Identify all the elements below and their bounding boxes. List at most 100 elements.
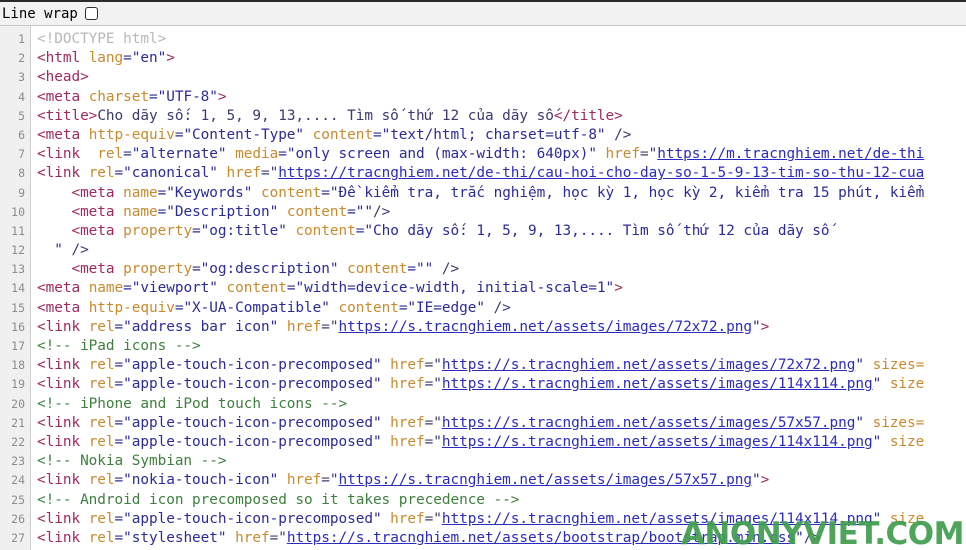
line-number: 25 (11, 492, 25, 507)
code-line[interactable]: <link rel="stylesheet" href="https://s.t… (37, 529, 966, 548)
code-token: ="IE=edge" (398, 299, 485, 316)
code-line[interactable]: <html lang="en"> (37, 49, 966, 68)
code-line[interactable]: <!-- Nokia Symbian --> (37, 452, 966, 471)
code-content[interactable]: <!DOCTYPE html> <html lang="en"> <head> <me… (31, 26, 966, 550)
code-token: media (226, 146, 279, 163)
viewer-toolbar: Line wrap (0, 2, 966, 26)
code-token: name (123, 203, 158, 220)
code-line[interactable]: <!-- iPad icons --> (37, 337, 966, 356)
code-token: <meta (37, 222, 124, 239)
code-token: <!-- Nokia Symbian --> (37, 453, 227, 470)
code-line[interactable]: <link rel="apple-touch-icon-precomposed"… (37, 356, 966, 375)
code-link[interactable]: https://s.tracnghiem.net/assets/images/7… (442, 357, 856, 373)
line-number: 11 (11, 223, 25, 238)
code-line[interactable]: <meta name="Description" content=""/> (37, 203, 966, 222)
code-token: <link (37, 472, 89, 489)
line-number: 7 (18, 147, 25, 162)
code-token: ="apple-touch-icon-precomposed" (114, 510, 382, 527)
code-area[interactable]: 1 2 3 4 5 6 7 8 9 10 11 12 13 14 15 16 17 18 19 20 21 22 23 24 2… (0, 26, 966, 550)
code-link[interactable]: https://s.tracnghiem.net/assets/bootstra… (287, 530, 795, 546)
code-token: ="Description" (157, 203, 279, 220)
code-token: property (123, 261, 193, 278)
code-link[interactable]: https://tracnghiem.net/de-thi/cau-hoi-ch… (278, 165, 924, 181)
code-token: property (123, 222, 193, 239)
code-token: ="viewport" (123, 280, 218, 297)
code-link[interactable]: https://s.tracnghiem.net/assets/images/7… (339, 319, 753, 335)
code-link[interactable]: https://s.tracnghiem.net/assets/images/1… (442, 434, 873, 450)
code-link[interactable]: https://s.tracnghiem.net/assets/images/5… (442, 415, 856, 431)
code-link[interactable]: https://s.tracnghiem.net/assets/images/1… (442, 376, 873, 392)
code-line[interactable]: <!DOCTYPE html> (37, 30, 966, 49)
line-wrap-checkbox[interactable] (84, 7, 98, 20)
code-line[interactable]: <meta charset="UTF-8"> (37, 88, 966, 107)
code-token: content (278, 203, 348, 220)
line-number: 5 (18, 108, 25, 123)
code-token: rel (88, 433, 115, 450)
code-token: > (217, 88, 227, 105)
code-token: =" (424, 357, 442, 374)
code-token: href (381, 357, 425, 374)
code-token: <link (37, 376, 89, 393)
code-line[interactable]: <link rel="nokia-touch-icon" href="https… (37, 471, 966, 490)
code-line[interactable]: <meta http-equiv="Content-Type" content=… (37, 126, 966, 145)
code-line[interactable]: <!-- iPhone and iPod touch icons --> (37, 395, 966, 414)
line-number: 15 (11, 300, 25, 315)
line-number: 18 (11, 358, 25, 373)
code-token: content (252, 184, 322, 201)
code-token: /> (803, 529, 821, 546)
line-number: 9 (18, 185, 25, 200)
code-token: name (88, 280, 124, 297)
code-token: sizes= (863, 414, 925, 431)
code-token: rel (97, 146, 124, 163)
code-line[interactable]: " /> (37, 241, 966, 260)
code-line[interactable]: <meta property="og:title" content="Cho d… (37, 222, 966, 241)
code-line[interactable]: <link rel="apple-touch-icon-precomposed"… (37, 375, 966, 394)
code-token: content (338, 261, 408, 278)
code-line[interactable]: <meta http-equiv="X-UA-Compatible" conte… (37, 299, 966, 318)
code-token: " (751, 318, 761, 335)
code-token: <!-- iPhone and iPod touch icons --> (37, 395, 348, 412)
line-number: 17 (11, 339, 25, 353)
code-line[interactable]: <meta name="viewport" content="width=dev… (37, 279, 966, 298)
code-link[interactable]: https://m.tracnghiem.net/de-thi (657, 146, 924, 162)
code-token: <link (37, 165, 89, 182)
source-code-viewer: Line wrap 1 2 3 4 5 6 7 8 9 10 11 12 13 14 15 16 17 18 19 2… (0, 0, 966, 550)
code-token: <link (37, 357, 89, 374)
code-token: ="en" (123, 50, 167, 67)
code-token: size (881, 376, 925, 393)
code-line[interactable]: <link rel="apple-touch-icon-precomposed"… (37, 414, 966, 433)
line-number: 10 (11, 204, 25, 219)
code-line[interactable]: <link rel="apple-touch-icon-precomposed"… (37, 433, 966, 452)
code-token: =" (269, 529, 287, 546)
code-token: <link (37, 318, 89, 335)
line-number: 6 (18, 127, 25, 142)
code-line[interactable]: <!-- Android icon precomposed so it take… (37, 491, 966, 510)
code-token: =" (640, 146, 658, 163)
code-token: content (304, 126, 373, 143)
code-token: ="apple-touch-icon-precomposed" (114, 357, 382, 374)
code-link[interactable]: https://s.tracnghiem.net/assets/images/1… (442, 511, 873, 527)
code-line[interactable]: <meta name="Keywords" content="Đề kiểm t… (37, 184, 966, 203)
code-line[interactable]: <title>Cho dãy số: 1, 5, 9, 13,.... Tìm … (37, 107, 966, 126)
code-token: " (751, 472, 761, 489)
code-line[interactable]: <link rel="canonical" href="https://trac… (37, 164, 966, 183)
code-token: http-equiv (88, 299, 175, 316)
code-line[interactable]: <head> (37, 68, 966, 87)
code-link[interactable]: https://s.tracnghiem.net/assets/images/5… (339, 472, 753, 488)
code-line[interactable]: <link rel="address bar icon" href="https… (37, 318, 966, 337)
code-token: ="alternate" (123, 146, 227, 163)
code-token: ="UTF-8" (149, 88, 218, 105)
code-token: > (760, 318, 770, 335)
code-token: href (278, 472, 322, 489)
code-line[interactable]: <link rel="apple-touch-icon-precomposed"… (37, 510, 966, 529)
code-token: rel (88, 472, 115, 489)
code-token: =" (260, 165, 279, 182)
code-token: ="apple-touch-icon-precomposed" (114, 414, 382, 431)
code-token: size (881, 433, 925, 450)
code-token: > (166, 50, 175, 67)
code-token: =" (321, 472, 339, 489)
code-token: <!-- iPad icons --> (37, 338, 201, 354)
line-number: 21 (11, 415, 25, 430)
code-line[interactable]: <meta property="og:description" content=… (37, 260, 966, 279)
code-line[interactable]: <link rel="alternate" media="only screen… (37, 145, 966, 164)
